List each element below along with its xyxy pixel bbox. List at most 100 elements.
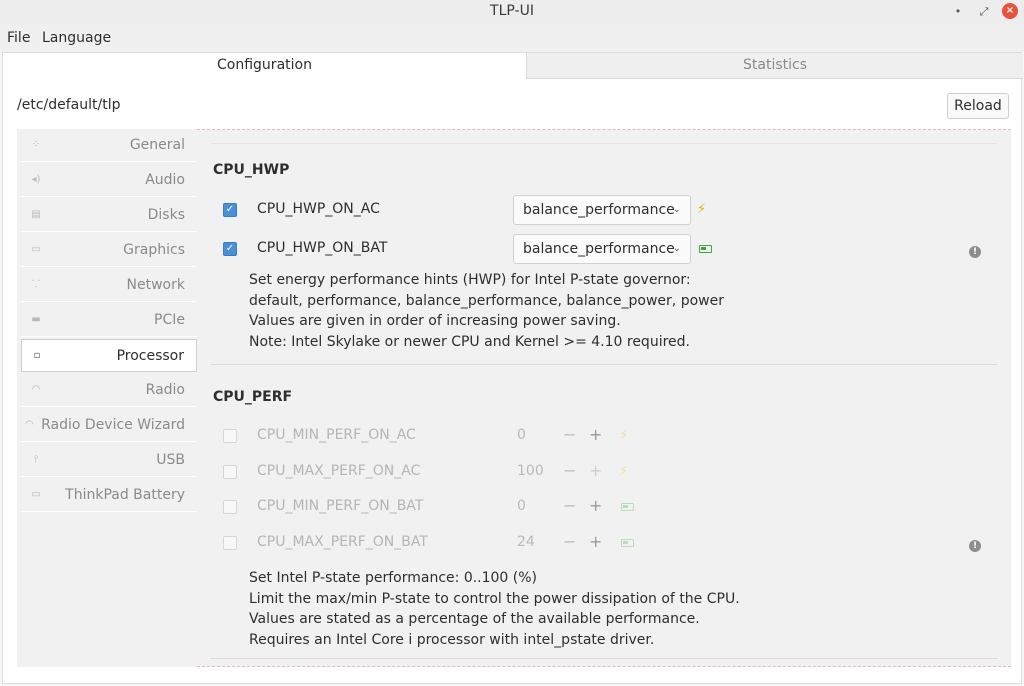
param-label: CPU_HWP_ON_AC (257, 201, 380, 217)
description-line: default, performance, balance_performanc… (249, 292, 724, 309)
decrement-button[interactable]: − (563, 425, 576, 444)
sidebar-item-radio-device-wizard[interactable]: ◠ Radio Device Wizard (21, 409, 197, 442)
info-icon[interactable]: ! (969, 246, 981, 258)
battery-icon (621, 539, 634, 547)
main-frame: Configuration Statistics /etc/default/tl… (2, 52, 1023, 684)
tlp-ui-window: TLP-UI • ⤢ × File Language Configuration… (0, 0, 1024, 686)
sidebar-item-label: USB (156, 452, 185, 468)
battery-icon: ▭ (31, 489, 41, 500)
param-checkbox[interactable]: ✓ (223, 203, 237, 217)
sidebar-item-radio[interactable]: ◠ Radio (21, 374, 197, 407)
description-line: Set Intel P-state performance: 0..100 (%… (249, 570, 538, 586)
tab-statistics[interactable]: Statistics (527, 53, 1023, 79)
hwp-description: Set energy performance hints (HWP) for I… (249, 270, 724, 352)
sidebar-item-label: General (129, 137, 185, 153)
close-icon[interactable]: × (1002, 3, 1018, 19)
param-label: CPU_MAX_PERF_ON_BAT (257, 534, 428, 550)
section-title-cpu-perf: CPU_PERF (213, 389, 293, 405)
param-row-cpu-max-perf-on-bat: CPU_MAX_PERF_ON_BAT 24 − + (223, 528, 993, 558)
divider (211, 658, 997, 659)
param-checkbox[interactable] (223, 429, 237, 443)
general-icon: ⁘ (31, 139, 41, 150)
menu-bar: File Language (0, 24, 1024, 52)
display-icon: ▭ (31, 244, 41, 255)
sidebar-item-general[interactable]: ⁘ General (21, 129, 197, 162)
sidebar-item-thinkpad-battery[interactable]: ▭ ThinkPad Battery (21, 479, 197, 512)
section-title-cpu-hwp: CPU_HWP (213, 162, 290, 178)
sidebar-item-label: Graphics (123, 242, 185, 258)
tab-configuration[interactable]: Configuration (3, 53, 527, 79)
chevron-down-icon: ⌄ (672, 243, 681, 254)
sidebar-item-processor[interactable]: ▫ Processor (21, 339, 197, 372)
sidebar-item-audio[interactable]: ◂) Audio (21, 164, 197, 197)
select-value: balance_performance (523, 202, 675, 218)
param-row-cpu-hwp-on-ac: ✓ CPU_HWP_ON_AC balance_performance ⌄ ⚡ (223, 195, 993, 225)
decrement-button[interactable]: − (563, 496, 576, 515)
description-line: Values are stated as a percentage of the… (249, 611, 700, 627)
param-row-cpu-min-perf-on-ac: CPU_MIN_PERF_ON_AC 0 − + ⚡ (223, 421, 993, 451)
processor-icon: ▫ (33, 350, 41, 361)
sidebar-item-network[interactable]: ⸪ Network (21, 269, 197, 302)
spin-value[interactable]: 24 (517, 534, 535, 550)
sidebar-item-label: Audio (145, 172, 185, 188)
increment-button[interactable]: + (589, 496, 602, 515)
sidebar-item-label: ThinkPad Battery (65, 487, 185, 503)
sidebar-item-disks[interactable]: ▤ Disks (21, 199, 197, 232)
param-row-cpu-min-perf-on-bat: CPU_MIN_PERF_ON_BAT 0 − + (223, 492, 993, 522)
param-row-cpu-max-perf-on-ac: CPU_MAX_PERF_ON_AC 100 − + ⚡ (223, 457, 993, 487)
hwp-ac-select[interactable]: balance_performance ⌄ (513, 195, 691, 225)
param-label: CPU_MAX_PERF_ON_AC (257, 463, 421, 479)
menu-language[interactable]: Language (42, 30, 111, 46)
sidebar-item-label: Network (126, 277, 185, 293)
sidebar-item-pcie[interactable]: ▬ PCIe (21, 304, 197, 337)
pcie-icon: ▬ (31, 314, 41, 325)
title-bar: TLP-UI • ⤢ × (0, 0, 1024, 24)
perf-description: Set Intel P-state performance: 0..100 (%… (249, 568, 740, 650)
window-title: TLP-UI (490, 3, 534, 19)
ac-power-icon: ⚡ (619, 428, 629, 443)
sidebar-item-label: Radio Device Wizard (41, 417, 185, 433)
decrement-button[interactable]: − (563, 532, 576, 551)
category-sidebar: ⁘ General ◂) Audio ▤ Disks ▭ Graphics ⸪ … (17, 129, 197, 667)
param-checkbox[interactable] (223, 500, 237, 514)
decrement-button[interactable]: − (563, 461, 576, 480)
config-file-path: /etc/default/tlp (17, 97, 121, 113)
sidebar-item-usb[interactable]: ⫯ USB (21, 444, 197, 477)
description-line: Limit the max/min P-state to control the… (249, 590, 740, 607)
hwp-bat-select[interactable]: balance_performance ⌄ (513, 234, 691, 264)
param-row-cpu-hwp-on-bat: ✓ CPU_HWP_ON_BAT balance_performance ⌄ (223, 234, 993, 264)
reload-button[interactable]: Reload (947, 93, 1009, 119)
description-line: Values are given in order of increasing … (249, 313, 621, 329)
disk-icon: ▤ (31, 209, 41, 220)
param-checkbox[interactable]: ✓ (223, 242, 237, 256)
menu-file[interactable]: File (7, 30, 30, 46)
sidebar-item-label: Radio (145, 382, 185, 398)
battery-icon (621, 503, 634, 511)
maximize-icon[interactable]: ⤢ (976, 4, 992, 20)
spin-value[interactable]: 0 (517, 427, 526, 443)
param-label: CPU_MIN_PERF_ON_BAT (257, 498, 424, 514)
settings-panel: CPU_HWP ✓ CPU_HWP_ON_AC balance_performa… (197, 129, 1011, 667)
chevron-down-icon: ⌄ (672, 204, 681, 215)
param-checkbox[interactable] (223, 465, 237, 479)
param-checkbox[interactable] (223, 536, 237, 550)
sidebar-item-label: PCIe (154, 312, 185, 328)
param-label: CPU_HWP_ON_BAT (257, 240, 388, 256)
increment-button[interactable]: + (589, 461, 602, 480)
description-line: Note: Intel Skylake or newer CPU and Ker… (249, 333, 690, 350)
description-line: Requires an Intel Core i processor with … (249, 631, 655, 648)
wifi-icon: ◠ (25, 419, 34, 430)
increment-button[interactable]: + (589, 532, 602, 551)
increment-button[interactable]: + (589, 425, 602, 444)
sidebar-item-label: Processor (116, 348, 184, 364)
divider (211, 143, 997, 144)
audio-icon: ◂) (31, 174, 41, 185)
minimize-icon[interactable]: • (950, 4, 966, 20)
usb-icon: ⫯ (33, 454, 39, 465)
sidebar-item-label: Disks (147, 207, 185, 223)
sidebar-item-graphics[interactable]: ▭ Graphics (21, 234, 197, 267)
param-label: CPU_MIN_PERF_ON_AC (257, 427, 416, 443)
spin-value[interactable]: 0 (517, 498, 526, 514)
spin-value[interactable]: 100 (517, 463, 544, 479)
info-icon[interactable]: ! (969, 540, 981, 552)
